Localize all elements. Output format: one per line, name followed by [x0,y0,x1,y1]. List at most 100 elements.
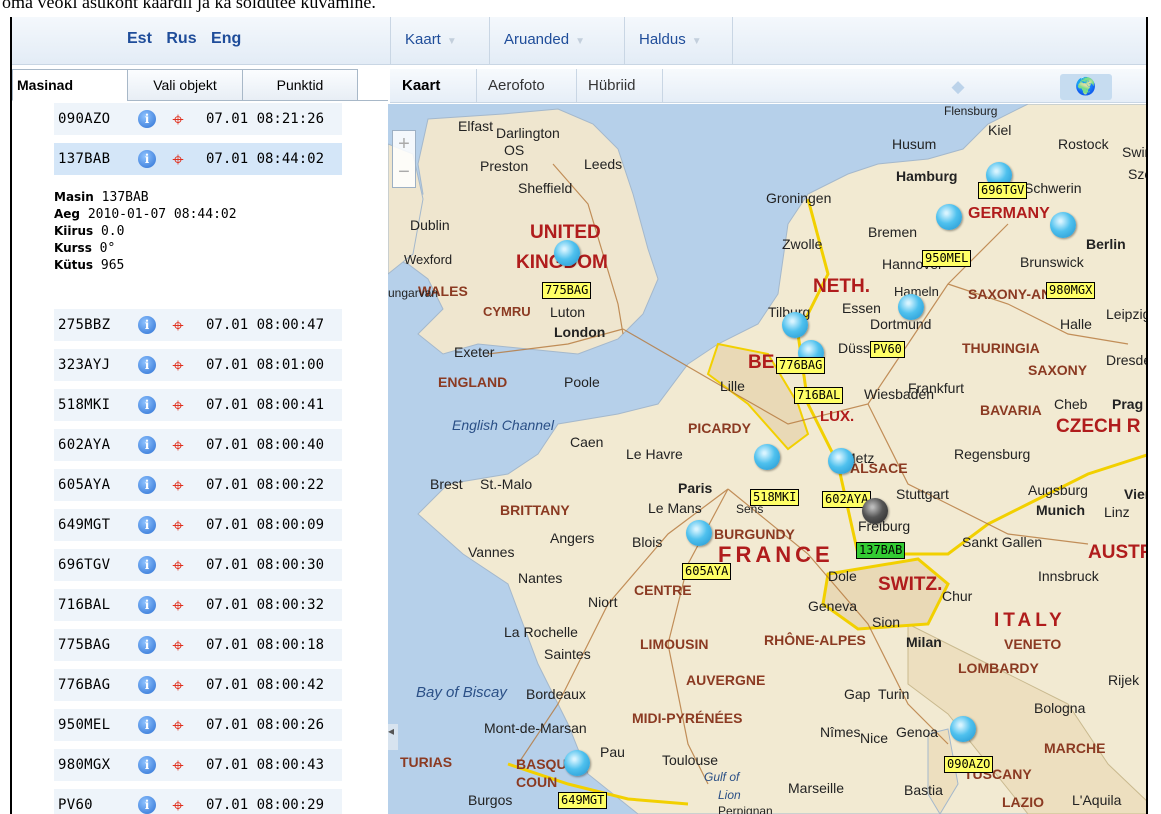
vehicle-marker-label-selected[interactable]: 137BAB [856,542,906,559]
map-label-city: Caen [570,434,604,450]
locate-target-icon[interactable]: ⌖ [167,434,189,456]
vehicle-marker-label[interactable]: 980MGX [1046,282,1096,299]
vehicle-marker-icon[interactable] [782,312,808,338]
vehicle-marker-label[interactable]: 605AYA [682,563,732,580]
detail-value: 0° [99,241,116,256]
locate-target-icon[interactable]: ⌖ [167,148,189,170]
info-icon[interactable]: i [138,356,156,374]
vehicle-marker-label[interactable]: 090AZO [944,756,994,773]
world-map-icon[interactable]: 🌍 [1060,74,1112,100]
info-icon[interactable]: i [138,436,156,454]
vehicle-row[interactable]: 605AYA i ⌖ 07.01 08:00:22 [54,469,342,501]
lang-rus-link[interactable]: Rus [166,30,196,47]
vehicle-row[interactable]: PV60 i ⌖ 07.01 08:00:29 [54,789,342,814]
zoom-out-button[interactable]: − [393,159,415,187]
vehicle-marker-icon[interactable] [686,520,712,546]
nav-kaart[interactable]: Kaart ▼ [405,31,457,48]
locate-target-icon[interactable]: ⌖ [167,554,189,576]
vehicle-row[interactable]: 716BAL i ⌖ 07.01 08:00:32 [54,589,342,621]
locate-target-icon[interactable]: ⌖ [167,754,189,776]
vehicle-row[interactable]: 980MGX i ⌖ 07.01 08:00:43 [54,749,342,781]
estonia-map-icon[interactable]: ◆ [932,74,984,100]
info-icon[interactable]: i [138,516,156,534]
locate-target-icon[interactable]: ⌖ [167,394,189,416]
tab-vali-objekt[interactable]: Vali objekt [127,69,243,101]
locate-target-icon[interactable]: ⌖ [167,514,189,536]
vehicle-row[interactable]: 775BAG i ⌖ 07.01 08:00:18 [54,629,342,661]
vehicle-marker-label[interactable]: 775BAG [542,282,592,299]
locate-target-icon[interactable]: ⌖ [167,634,189,656]
vehicle-marker-icon[interactable] [828,448,854,474]
map-label-city: Swino [1122,144,1146,160]
vehicle-marker-selected-icon[interactable] [862,498,888,524]
tab-map-kaart[interactable]: Kaart [402,77,440,94]
lang-eng-link[interactable]: Eng [211,30,241,47]
vehicle-marker-label[interactable]: 649MGT [558,792,608,809]
locate-target-icon[interactable]: ⌖ [167,594,189,616]
vehicle-marker-icon[interactable] [554,240,580,266]
map-label-region: BURGUNDY [714,526,795,542]
locate-target-icon[interactable]: ⌖ [167,354,189,376]
vehicle-row[interactable]: 090AZO i ⌖ 07.01 08:21:26 [54,103,342,135]
info-icon[interactable]: i [138,596,156,614]
vehicle-marker-icon[interactable] [898,294,924,320]
vehicle-marker-label[interactable]: 776BAG [776,357,826,374]
vehicle-row[interactable]: 696TGV i ⌖ 07.01 08:00:30 [54,549,342,581]
vehicle-row[interactable]: 323AYJ i ⌖ 07.01 08:01:00 [54,349,342,381]
panel-collapse-arrow-icon[interactable]: ◂ [388,724,398,750]
vehicle-marker-icon[interactable] [754,444,780,470]
map-canvas[interactable]: + − ◂ UNITED KINGDOM FRANCE SWITZ. ITALY… [388,104,1146,814]
tab-punktid[interactable]: Punktid [242,69,358,101]
locate-target-icon[interactable]: ⌖ [167,794,189,814]
locate-target-icon[interactable]: ⌖ [167,474,189,496]
info-icon[interactable]: i [138,716,156,734]
vehicle-row[interactable]: 950MEL i ⌖ 07.01 08:00:26 [54,709,342,741]
info-icon[interactable]: i [138,396,156,414]
info-icon[interactable]: i [138,110,156,128]
vehicle-marker-label[interactable]: 518MKI [750,489,800,506]
info-icon[interactable]: i [138,316,156,334]
divider [576,69,577,103]
locate-target-icon[interactable]: ⌖ [167,108,189,130]
nav-aruanded[interactable]: Aruanded ▼ [504,31,585,48]
info-icon[interactable]: i [138,556,156,574]
map-label-region: AUVERGNE [686,672,766,688]
info-icon[interactable]: i [138,756,156,774]
vehicle-row[interactable]: 275BBZ i ⌖ 07.01 08:00:47 [54,309,342,341]
info-icon[interactable]: i [138,476,156,494]
zoom-in-button[interactable]: + [393,131,415,159]
vehicle-row[interactable]: 518MKI i ⌖ 07.01 08:00:41 [54,389,342,421]
detail-kurss: Kurss 0° [54,240,342,257]
map-label-city: Gap [844,686,871,702]
map-label-city: Brest [430,476,463,492]
locate-target-icon[interactable]: ⌖ [167,314,189,336]
vehicle-row[interactable]: 776BAG i ⌖ 07.01 08:00:42 [54,669,342,701]
locate-target-icon[interactable]: ⌖ [167,714,189,736]
info-icon[interactable]: i [138,636,156,654]
vehicle-marker-label[interactable]: 716BAL [794,387,844,404]
vehicle-time: 07.01 08:00:42 [206,677,325,693]
vehicle-row[interactable]: 602AYA i ⌖ 07.01 08:00:40 [54,429,342,461]
tab-map-aerofoto[interactable]: Aerofoto [488,77,545,94]
lang-est-link[interactable]: Est [127,30,152,47]
vehicle-marker-icon[interactable] [1050,212,1076,238]
vehicle-row[interactable]: 649MGT i ⌖ 07.01 08:00:09 [54,509,342,541]
detail-label: Aeg [54,207,81,221]
info-icon[interactable]: i [138,676,156,694]
info-icon[interactable]: i [138,150,156,168]
vehicle-marker-icon[interactable] [564,750,590,776]
vehicle-marker-label[interactable]: 696TGV [978,182,1028,199]
vehicle-marker-icon[interactable] [936,204,962,230]
top-bar: Est Rus Eng Kaart ▼ Aruanded ▼ Haldus ▼ [12,17,1146,65]
tab-map-hybriid[interactable]: Hübriid [588,77,636,94]
map-label-city: Dole [828,568,857,584]
info-icon[interactable]: i [138,796,156,814]
vehicle-marker-label[interactable]: PV60 [870,341,905,358]
vehicle-marker-label[interactable]: 950MEL [922,250,972,267]
detail-label: Masin [54,190,94,204]
vehicle-row-selected[interactable]: 137BAB i ⌖ 07.01 08:44:02 [54,143,342,175]
locate-target-icon[interactable]: ⌖ [167,674,189,696]
vehicle-marker-icon[interactable] [950,716,976,742]
tab-masinad[interactable]: Masinad [12,69,128,101]
nav-haldus[interactable]: Haldus ▼ [639,31,702,48]
